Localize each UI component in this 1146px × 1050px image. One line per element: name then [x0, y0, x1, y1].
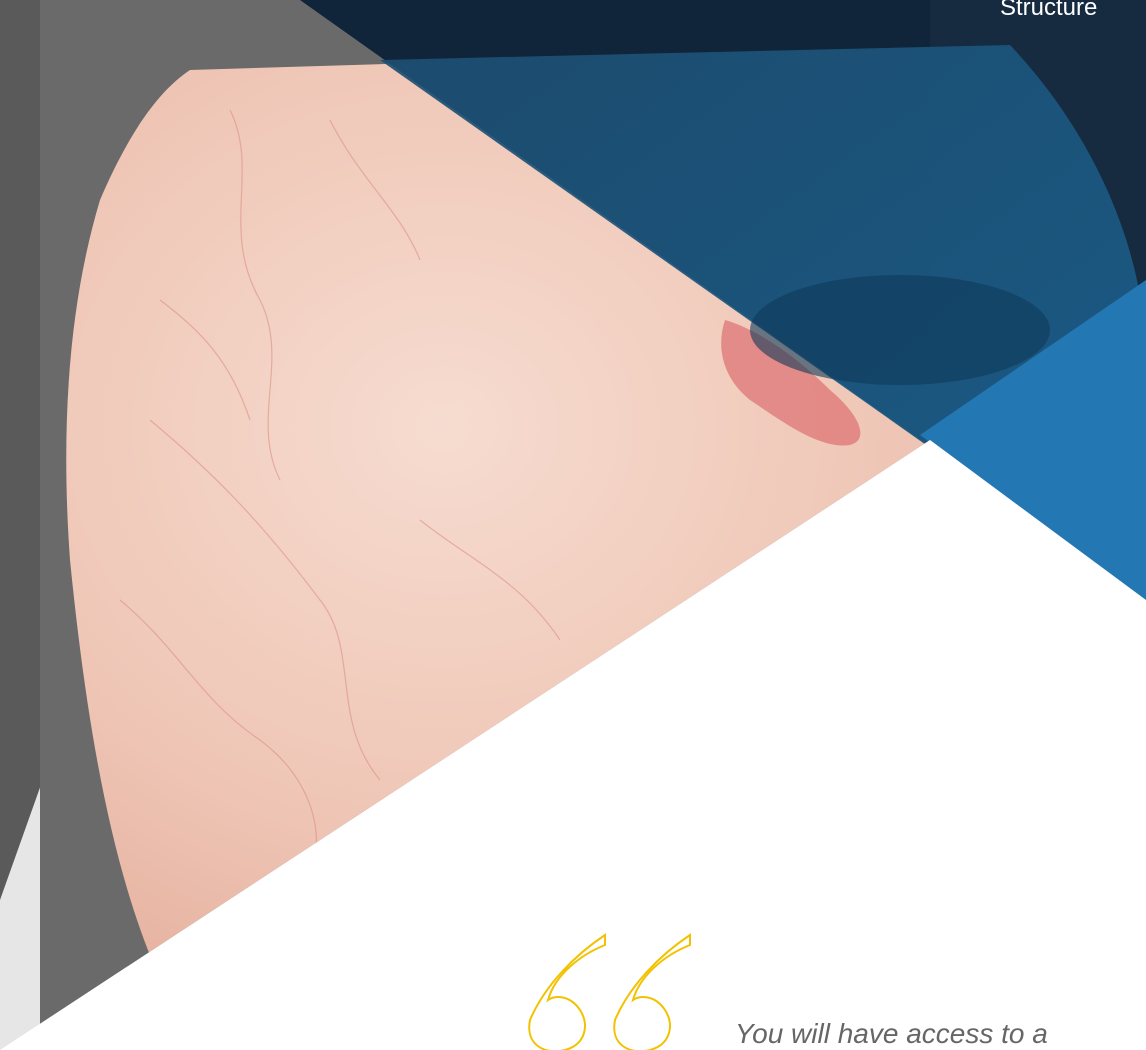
background-scene	[0, 0, 1146, 1050]
header-title: Structure	[1000, 0, 1098, 21]
quote-text: You will have access to a	[735, 1018, 1048, 1049]
